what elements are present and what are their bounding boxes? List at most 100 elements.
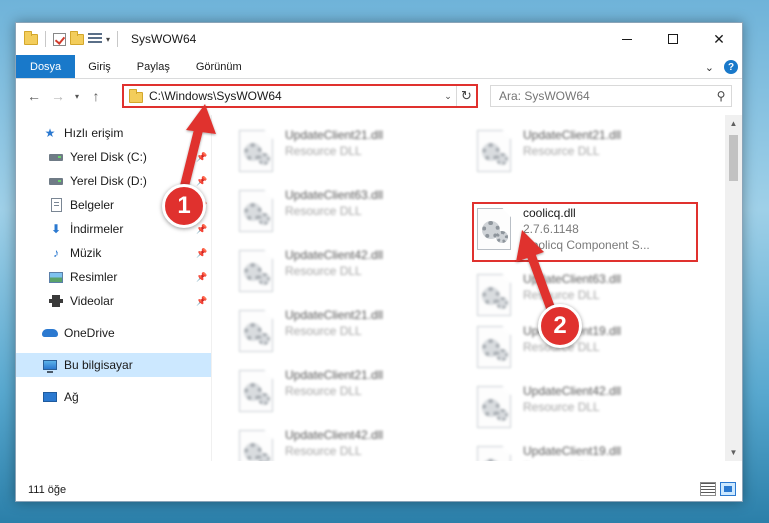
- ribbon-right: ⌄ ?: [705, 55, 742, 79]
- file-type: Resource DLL: [285, 324, 362, 338]
- toolbar-separator: [117, 31, 119, 47]
- file-type: Resource DLL: [285, 264, 362, 278]
- file-item[interactable]: UpdateClient21.dll Resource DLL: [477, 127, 701, 185]
- expand-ribbon-icon[interactable]: ⌄: [705, 61, 714, 74]
- dll-file-icon: [239, 430, 273, 461]
- title-bar: ▾ SysWOW64 ✕: [16, 23, 742, 55]
- sidebar-item-onedrive[interactable]: OneDrive: [16, 321, 211, 345]
- star-icon: ★: [44, 126, 56, 140]
- scroll-thumb[interactable]: [729, 135, 738, 181]
- forward-button[interactable]: →: [46, 84, 70, 108]
- sidebar-item-network[interactable]: Ağ: [16, 385, 211, 409]
- file-item[interactable]: UpdateClient63.dll Resource DLL: [239, 187, 463, 245]
- file-item[interactable]: UpdateClient42.dll Resource DLL: [239, 247, 463, 305]
- file-name: UpdateClient21.dll: [285, 308, 384, 322]
- pin-icon[interactable]: 📌: [196, 224, 207, 235]
- file-name: UpdateClient21.dll: [523, 128, 622, 142]
- file-item[interactable]: UpdateClient21.dll Resource DLL: [239, 367, 463, 425]
- sidebar-item-videos[interactable]: Videolar 📌: [16, 289, 211, 313]
- file-item[interactable]: UpdateClient42.dll Resource DLL: [477, 383, 701, 441]
- pin-icon[interactable]: 📌: [196, 296, 207, 307]
- scroll-down-icon[interactable]: ▼: [725, 444, 742, 461]
- refresh-button[interactable]: ↻: [456, 86, 476, 106]
- drive-icon: [48, 150, 64, 164]
- file-item[interactable]: UpdateClient21.dll Resource DLL: [239, 307, 463, 365]
- sidebar-item-label: Bu bilgisayar: [64, 358, 133, 372]
- dll-file-icon: [239, 310, 273, 352]
- chevron-down-icon[interactable]: ⌄: [440, 91, 456, 102]
- search-icon[interactable]: ⚲: [711, 89, 731, 103]
- explorer-window: ▾ SysWOW64 ✕ Dosya Giriş Paylaş Görünüm …: [15, 22, 743, 502]
- tab-file[interactable]: Dosya: [16, 55, 76, 78]
- dll-file-icon: [477, 130, 511, 172]
- sidebar-item-music[interactable]: ♪ Müzik 📌: [16, 241, 211, 265]
- sidebar-item-label: Videolar: [70, 294, 114, 308]
- up-button[interactable]: ↑: [84, 84, 108, 108]
- tab-view[interactable]: Görünüm: [183, 55, 255, 78]
- file-name: UpdateClient19.dll: [523, 444, 622, 458]
- computer-icon: [42, 358, 58, 373]
- sidebar-item-label: OneDrive: [64, 326, 115, 340]
- chevron-down-icon[interactable]: ▾: [106, 35, 110, 44]
- file-type: Resource DLL: [523, 459, 621, 461]
- sidebar-item-label: Resimler: [70, 270, 118, 284]
- tab-share[interactable]: Paylaş: [124, 55, 183, 78]
- dll-file-icon: [477, 386, 511, 428]
- sidebar-item-label: Belgeler: [70, 198, 115, 212]
- window-title: SysWOW64: [131, 32, 197, 46]
- dll-file-icon: [477, 274, 511, 316]
- address-bar[interactable]: C:\Windows\SysWOW64 ⌄ ↻: [122, 84, 478, 108]
- file-type: Resource DLL: [523, 144, 600, 158]
- pin-icon[interactable]: 📌: [196, 248, 207, 259]
- file-type: Resource DLL: [285, 204, 362, 218]
- close-icon: ✕: [713, 30, 725, 47]
- pin-icon[interactable]: 📌: [196, 272, 207, 283]
- view-switcher: [700, 482, 736, 496]
- file-name: UpdateClient42.dll: [523, 384, 622, 398]
- tab-home[interactable]: Giriş: [75, 55, 124, 78]
- back-button[interactable]: ←: [22, 84, 46, 108]
- close-button[interactable]: ✕: [696, 23, 742, 55]
- file-item[interactable]: UpdateClient19.dllResource DLL: [477, 443, 701, 461]
- search-input[interactable]: [499, 89, 711, 103]
- tiles-view-icon[interactable]: [720, 482, 736, 496]
- help-icon[interactable]: ?: [724, 60, 738, 74]
- new-folder-icon[interactable]: [70, 30, 84, 45]
- callout-badge-2: 2: [538, 304, 582, 348]
- details-view-icon[interactable]: [700, 482, 716, 496]
- pin-icon[interactable]: 📌: [196, 152, 207, 163]
- properties-check-icon[interactable]: [53, 32, 66, 46]
- pin-icon[interactable]: 📌: [196, 176, 207, 187]
- cloud-icon: [42, 326, 58, 340]
- file-type: Resource DLL: [285, 384, 362, 398]
- toolbar-separator: [45, 31, 46, 47]
- search-box[interactable]: ⚲: [490, 85, 732, 107]
- pictures-icon: [48, 270, 64, 284]
- music-icon: ♪: [53, 246, 59, 260]
- file-type: Resource DLL: [523, 288, 600, 302]
- sidebar-item-pictures[interactable]: Resimler 📌: [16, 265, 211, 289]
- file-name: UpdateClient42.dll: [285, 428, 384, 442]
- file-item[interactable]: UpdateClient42.dll Resource DLL: [239, 427, 463, 461]
- scroll-up-icon[interactable]: ▲: [725, 115, 742, 132]
- dll-file-icon: [477, 446, 511, 461]
- customize-icon[interactable]: [88, 33, 102, 45]
- file-list: UpdateClient21.dll Resource DLL UpdateCli…: [213, 115, 725, 461]
- recent-locations-button[interactable]: ▾: [70, 92, 84, 101]
- maximize-button[interactable]: [650, 23, 696, 55]
- minimize-button[interactable]: [604, 23, 650, 55]
- sidebar-item-local-disk-c[interactable]: Yerel Disk (C:) 📌: [16, 145, 211, 169]
- dll-file-icon: [239, 130, 273, 172]
- download-icon: ⬇: [50, 222, 62, 236]
- file-item[interactable]: UpdateClient19.dllResource DLL: [477, 323, 701, 381]
- quick-access-toolbar: ▾: [24, 30, 121, 47]
- file-item[interactable]: UpdateClient21.dll Resource DLL: [239, 127, 463, 185]
- folder-icon[interactable]: [24, 30, 38, 45]
- sidebar-item-quick-access[interactable]: ★ Hızlı erişim: [16, 121, 211, 145]
- file-item[interactable]: UpdateClient63.dll Resource DLL: [477, 271, 701, 329]
- sidebar-item-this-pc[interactable]: Bu bilgisayar: [16, 353, 211, 377]
- vertical-scrollbar[interactable]: ▲ ▼: [725, 115, 742, 461]
- address-path[interactable]: C:\Windows\SysWOW64: [149, 89, 440, 103]
- navigation-bar: ← → ▾ ↑ C:\Windows\SysWOW64 ⌄ ↻ ⚲: [16, 79, 742, 113]
- ribbon-tabs: Dosya Giriş Paylaş Görünüm ⌄ ?: [16, 55, 742, 79]
